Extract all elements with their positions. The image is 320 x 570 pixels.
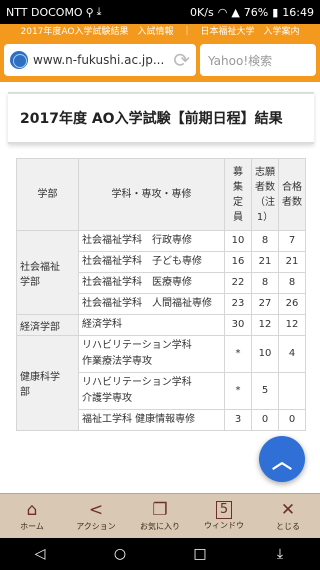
network-speed: 0K/s bbox=[190, 5, 214, 19]
toolbar-action-button[interactable]: < アクション bbox=[64, 494, 128, 538]
major-cell: リハビリテーション学科 介護学専攻 bbox=[78, 372, 225, 410]
toolbar-window-label: ウィンドウ bbox=[204, 521, 244, 530]
passed-cell: 26 bbox=[278, 293, 306, 315]
header-major: 学科・専攻・専修 bbox=[78, 158, 225, 231]
dept-cell: 経済学部 bbox=[16, 314, 79, 336]
reload-icon[interactable]: ⟳ bbox=[173, 48, 190, 72]
capacity-cell: * bbox=[224, 372, 252, 410]
carrier-name: NTT DOCOMO bbox=[6, 5, 83, 19]
major-cell: 社会福祉学科 行政専修 bbox=[78, 230, 225, 252]
passed-cell: 4 bbox=[278, 335, 306, 373]
header-applicants: 志願 者数 （注 1） bbox=[251, 158, 279, 231]
close-icon: ✕ bbox=[280, 500, 296, 520]
wifi-icon: ◠ bbox=[217, 5, 228, 19]
applicants-cell: 5 bbox=[251, 372, 279, 410]
notification-icon[interactable]: ⤓ bbox=[260, 546, 300, 562]
major-cell: リハビリテーション学科 作業療法学専攻 bbox=[78, 335, 225, 373]
clock: 16:49 bbox=[282, 5, 314, 19]
capacity-cell: 3 bbox=[224, 409, 252, 431]
url-bar[interactable]: www.n-fukushi.ac.jp... ⟳ bbox=[4, 44, 196, 76]
passed-cell: 21 bbox=[278, 251, 306, 273]
favorite-icon: ❐ bbox=[152, 500, 168, 520]
applicants-cell: 8 bbox=[251, 272, 279, 294]
share-icon: < bbox=[88, 500, 104, 520]
toolbar-window-button[interactable]: 5 ウィンドウ bbox=[192, 494, 256, 538]
table-row: 社会福祉 学部 社会福祉学科 行政専修 10 8 7 bbox=[16, 230, 306, 315]
app-toolbar: ⌂ ホーム < アクション ❐ お気に入り 5 ウィンドウ ✕ とじる bbox=[0, 493, 320, 538]
header-dept: 学部 bbox=[16, 158, 79, 231]
table-row: 健康科学 部リハビリテーション学科 作業療法学専攻 * 10 4 bbox=[16, 335, 306, 431]
recents-icon[interactable]: □ bbox=[180, 546, 220, 562]
globe-icon bbox=[10, 51, 28, 69]
capacity-cell: 22 bbox=[224, 272, 252, 294]
table-row: 経済学部 経済学科 30 12 12 bbox=[16, 314, 306, 336]
header-passed: 合格 者数 bbox=[278, 158, 306, 231]
url-text: www.n-fukushi.ac.jp... bbox=[33, 53, 165, 67]
toolbar-home-label: ホーム bbox=[20, 522, 44, 531]
major-cell: 経済学科 bbox=[78, 314, 225, 336]
browser-toolbar: www.n-fukushi.ac.jp... ⟳ Yahoo!検索 bbox=[0, 40, 320, 80]
major-cell: 社会福祉学科 子ども専修 bbox=[78, 251, 225, 273]
capacity-cell: 23 bbox=[224, 293, 252, 315]
system-nav-bar: ◁ ○ □ ⤓ bbox=[0, 538, 320, 570]
passed-cell: 0 bbox=[278, 409, 306, 431]
applicants-cell: 12 bbox=[251, 314, 279, 336]
toolbar-action-label: アクション bbox=[76, 522, 116, 531]
scroll-top-button[interactable]: ︿ bbox=[259, 436, 305, 482]
toolbar-favorite-label: お気に入り bbox=[140, 522, 180, 531]
capacity-cell: 30 bbox=[224, 314, 252, 336]
toolbar-favorite-button[interactable]: ❐ お気に入り bbox=[128, 494, 192, 538]
passed-cell: 7 bbox=[278, 230, 306, 252]
applicants-cell: 27 bbox=[251, 293, 279, 315]
dept-cell: 健康科学 部 bbox=[16, 335, 79, 431]
capacity-cell: 16 bbox=[224, 251, 252, 273]
chevron-up-icon: ︿ bbox=[272, 448, 292, 473]
signal-icon: ▲ bbox=[231, 5, 240, 19]
passed-cell bbox=[278, 372, 306, 410]
passed-cell: 12 bbox=[278, 314, 306, 336]
usb-icon: ⚲ bbox=[85, 5, 94, 19]
applicants-cell: 8 bbox=[251, 230, 279, 252]
search-input[interactable]: Yahoo!検索 bbox=[200, 44, 316, 76]
home-icon[interactable]: ○ bbox=[100, 546, 140, 562]
back-icon[interactable]: ◁ bbox=[20, 546, 60, 562]
battery-icon: ▮ bbox=[272, 5, 279, 19]
table-header-row: 学部 学科・専攻・専修 募 集 定 員 志願 者数 （注 1） 合格 者数 bbox=[16, 158, 306, 231]
page-title: 2017年度 AO入学試験【前期日程】結果 bbox=[8, 92, 314, 144]
toolbar-home-button[interactable]: ⌂ ホーム bbox=[0, 494, 64, 538]
toolbar-close-label: とじる bbox=[276, 522, 300, 531]
applicants-cell: 10 bbox=[251, 335, 279, 373]
battery-percent: 76% bbox=[243, 5, 269, 19]
applicants-cell: 0 bbox=[251, 409, 279, 431]
applicants-cell: 21 bbox=[251, 251, 279, 273]
window-icon: 5 bbox=[215, 501, 233, 519]
major-cell: 社会福祉学科 医療専修 bbox=[78, 272, 225, 294]
major-cell: 福祉工学科 健康情報専修 bbox=[78, 409, 225, 431]
home-icon: ⌂ bbox=[26, 500, 38, 520]
major-cell: 社会福祉学科 人間福祉専修 bbox=[78, 293, 225, 315]
capacity-cell: 10 bbox=[224, 230, 252, 252]
header-capacity: 募 集 定 員 bbox=[224, 158, 252, 231]
page-tab-title: 2017年度AO入学試験結果 入試情報 ｜ 日本福祉大学 入学案内 bbox=[20, 27, 300, 37]
page-content: 2017年度 AO入学試験【前期日程】結果 学部 学科・専攻・専修 募 集 定 … bbox=[0, 82, 320, 493]
table-body: 社会福祉 学部 社会福祉学科 行政専修 10 8 7 社会福祉学科 子ども専修 16 21 21… bbox=[16, 230, 306, 431]
results-table: 学部 学科・専攻・専修 募 集 定 員 志願 者数 （注 1） 合格 者数 社会… bbox=[16, 158, 306, 431]
dept-cell: 社会福祉 学部 bbox=[16, 230, 79, 315]
capacity-cell: * bbox=[224, 335, 252, 373]
browser-chrome: 2017年度AO入学試験結果 入試情報 ｜ 日本福祉大学 入学案内 www.n-… bbox=[0, 24, 320, 82]
passed-cell: 8 bbox=[278, 272, 306, 294]
toolbar-close-button[interactable]: ✕ とじる bbox=[256, 494, 320, 538]
download-icon: ⤓ bbox=[96, 5, 102, 18]
status-bar: NTT DOCOMO ⚲ ⤓ 0K/s ◠ ▲ 76% ▮ 16:49 bbox=[0, 0, 320, 24]
